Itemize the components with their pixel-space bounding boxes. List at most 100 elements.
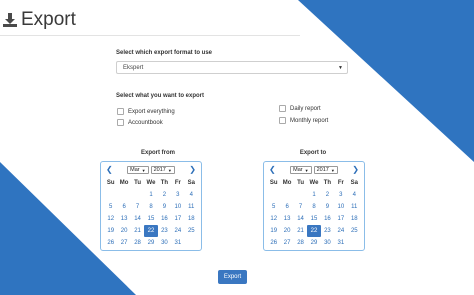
calendar-day[interactable]: 29	[144, 237, 157, 249]
year-select[interactable]: 2017 ▼	[313, 166, 338, 174]
calendar-day[interactable]: 21	[294, 225, 307, 237]
month-select[interactable]: Mar ▼	[290, 166, 312, 174]
calendar-nav: ❮ Mar ▼ 2017 ▼ ❯	[104, 164, 198, 176]
calendar-day[interactable]: 11	[185, 201, 198, 213]
checkbox[interactable]	[279, 117, 286, 124]
calendar-day[interactable]: 28	[131, 237, 144, 249]
chevron-left-icon[interactable]: ❮	[269, 165, 276, 175]
option-label: Export everything	[128, 108, 175, 115]
weekday-header: Fr	[174, 180, 181, 186]
calendar-day[interactable]: 18	[348, 213, 361, 225]
calendar-day[interactable]: 22	[307, 225, 321, 237]
checkbox[interactable]	[117, 119, 124, 126]
calendar-day[interactable]: 6	[280, 201, 293, 213]
option-export-everything[interactable]: Export everything	[117, 108, 175, 115]
calendar-day[interactable]: 9	[158, 201, 171, 213]
calendar-day[interactable]: 24	[171, 225, 184, 237]
format-select-value: Ekspert	[123, 64, 144, 71]
calendar-day[interactable]: 12	[104, 213, 117, 225]
option-monthly-report[interactable]: Monthly report	[279, 117, 328, 124]
calendar-from: ❮ Mar ▼ 2017 ▼ ❯ Su Mo Tu We Th Fr Sa 1 2 3 4 5 6 7 8 9 10…	[100, 161, 202, 251]
calendar-day[interactable]: 28	[294, 237, 307, 249]
calendar-day[interactable]: 25	[185, 225, 198, 237]
calendar-day[interactable]: 8	[307, 201, 320, 213]
calendar-day[interactable]: 20	[117, 225, 130, 237]
calendar-empty-cell	[294, 189, 307, 201]
calendar-day[interactable]: 31	[334, 237, 347, 249]
calendar-day[interactable]: 8	[144, 201, 157, 213]
format-label: Select which export format to use	[116, 50, 213, 56]
calendar-day[interactable]: 14	[131, 213, 144, 225]
calendar-day[interactable]: 12	[267, 213, 280, 225]
calendar-day[interactable]: 11	[348, 201, 361, 213]
year-value: 2017	[316, 167, 329, 173]
calendar-day[interactable]: 30	[321, 237, 334, 249]
calendar-day[interactable]: 26	[267, 237, 280, 249]
calendar-day[interactable]: 4	[185, 189, 198, 201]
calendar-day[interactable]: 17	[334, 213, 347, 225]
weekday-header: We	[146, 180, 156, 186]
calendar-day[interactable]: 24	[334, 225, 347, 237]
calendar-day[interactable]: 4	[348, 189, 361, 201]
calendar-day[interactable]: 25	[348, 225, 361, 237]
calendar-day[interactable]: 27	[280, 237, 293, 249]
download-icon	[3, 13, 17, 27]
calendar-day[interactable]: 15	[144, 213, 157, 225]
option-accountbook[interactable]: Accountbook	[117, 119, 163, 126]
calendar-day[interactable]: 10	[334, 201, 347, 213]
calendar-day[interactable]: 7	[294, 201, 307, 213]
calendar-day[interactable]: 10	[171, 201, 184, 213]
calendar-day[interactable]: 30	[158, 237, 171, 249]
calendar-day[interactable]: 27	[117, 237, 130, 249]
format-select[interactable]: Ekspert ▼	[116, 61, 348, 74]
calendar-day[interactable]: 20	[280, 225, 293, 237]
export-button[interactable]: Export	[218, 270, 247, 284]
calendar-day[interactable]: 15	[307, 213, 320, 225]
export-from-title: Export from	[140, 150, 175, 156]
calendar-day[interactable]: 9	[321, 201, 334, 213]
calendar-day[interactable]: 16	[158, 213, 171, 225]
calendar-day[interactable]: 16	[321, 213, 334, 225]
calendar-day[interactable]: 6	[117, 201, 130, 213]
calendar-day[interactable]: 5	[104, 201, 117, 213]
chevron-right-icon[interactable]: ❯	[189, 165, 196, 175]
calendar-day[interactable]: 14	[294, 213, 307, 225]
calendar-day[interactable]: 5	[267, 201, 280, 213]
calendar-empty-cell	[280, 189, 293, 201]
calendar-day[interactable]: 7	[131, 201, 144, 213]
checkbox[interactable]	[279, 105, 286, 112]
calendar-day[interactable]: 2	[158, 189, 171, 201]
calendar-day[interactable]: 2	[321, 189, 334, 201]
calendar-day[interactable]: 13	[117, 213, 130, 225]
calendar-day[interactable]: 19	[267, 225, 280, 237]
option-label: Daily report	[290, 105, 321, 112]
calendar-nav: ❮ Mar ▼ 2017 ▼ ❯	[267, 164, 361, 176]
calendar-day[interactable]: 19	[104, 225, 117, 237]
option-daily-report[interactable]: Daily report	[279, 105, 321, 112]
month-value: Mar	[293, 167, 303, 173]
calendar-day[interactable]: 31	[171, 237, 184, 249]
calendar-day[interactable]: 13	[280, 213, 293, 225]
calendar-day[interactable]: 3	[171, 189, 184, 201]
calendar-day[interactable]: 3	[334, 189, 347, 201]
chevron-right-icon[interactable]: ❯	[352, 165, 359, 175]
calendar-day[interactable]: 18	[185, 213, 198, 225]
calendar-empty-cell	[117, 189, 130, 201]
calendar-day[interactable]: 1	[144, 189, 157, 201]
calendar-day[interactable]: 17	[171, 213, 184, 225]
calendar-day[interactable]: 22	[144, 225, 158, 237]
checkbox[interactable]	[117, 108, 124, 115]
weekday-header: Th	[323, 180, 332, 186]
calendar-day[interactable]: 23	[158, 225, 171, 237]
calendar-day[interactable]: 26	[104, 237, 117, 249]
calendar-day[interactable]: 21	[131, 225, 144, 237]
calendar-day[interactable]: 29	[307, 237, 320, 249]
calendar-to: ❮ Mar ▼ 2017 ▼ ❯ Su Mo Tu We Th Fr Sa 1 2 3 4 5 6 7 8 9 10…	[263, 161, 365, 251]
calendar-empty-cell	[267, 189, 280, 201]
month-select[interactable]: Mar ▼	[127, 166, 149, 174]
calendar-day[interactable]: 23	[321, 225, 334, 237]
caret-down-icon: ▼	[141, 167, 146, 173]
calendar-day[interactable]: 1	[307, 189, 320, 201]
year-select[interactable]: 2017 ▼	[150, 166, 175, 174]
chevron-left-icon[interactable]: ❮	[106, 165, 113, 175]
